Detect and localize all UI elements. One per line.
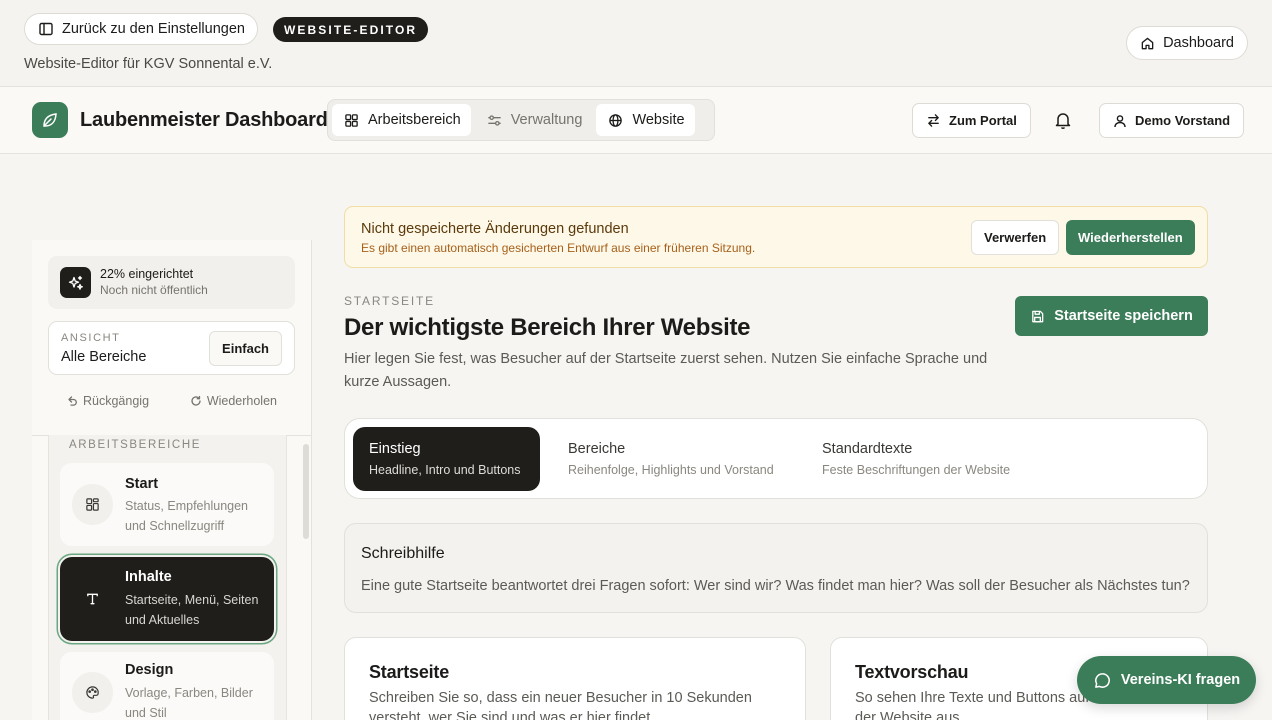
work-areas-heading: ARBEITSBEREICHE bbox=[69, 439, 201, 451]
setup-progress-card: 22% eingerichtet Noch nicht öffentlich bbox=[48, 256, 295, 309]
chat-bubble-icon bbox=[1094, 672, 1110, 688]
ask-ai-label: Vereins-KI fragen bbox=[1120, 672, 1241, 688]
writing-help-box: Schreibhilfe Eine gute Startseite beantw… bbox=[344, 523, 1208, 613]
area-description: Startseite, Menü, Seiten und Aktuelles bbox=[125, 593, 259, 627]
dashboard-button-label: Dashboard bbox=[1163, 35, 1234, 51]
alert-title: Nicht gespeicherte Änderungen gefunden bbox=[361, 221, 629, 237]
help-title: Schreibhilfe bbox=[361, 545, 445, 562]
tab-website[interactable]: Website bbox=[596, 104, 695, 136]
area-inhalte[interactable]: Inhalte Startseite, Menü, Seiten und Akt… bbox=[60, 557, 274, 641]
homepage-editor-card: Startseite Schreiben Sie so, dass ein ne… bbox=[344, 637, 806, 720]
area-description: Vorlage, Farben, Bilder und Stil bbox=[125, 686, 253, 720]
app-header: Laubenmeister Dashboard Arbeitsbereich V… bbox=[0, 87, 1272, 154]
subtab-title: Standardtexte bbox=[822, 441, 913, 457]
leaf-icon bbox=[43, 113, 57, 127]
area-title: Start bbox=[125, 476, 159, 492]
area-description: Status, Empfehlungen und Schnellzugriff bbox=[125, 499, 248, 533]
subtab-description: Reihenfolge, Highlights und Vorstand bbox=[568, 463, 774, 477]
setup-progress-title: 22% eingerichtet bbox=[100, 267, 194, 281]
subtab-bereiche[interactable]: Bereiche Reihenfolge, Highlights und Vor… bbox=[552, 427, 792, 491]
grid-icon bbox=[345, 113, 358, 127]
portal-button[interactable]: Zum Portal bbox=[912, 103, 1031, 138]
area-design[interactable]: Design Vorlage, Farben, Bilder und Stil bbox=[60, 652, 274, 720]
undo-label: Rückgängig bbox=[83, 394, 150, 408]
area-start[interactable]: Start Status, Empfehlungen und Schnellzu… bbox=[60, 463, 274, 546]
setup-progress-status: Noch nicht öffentlich bbox=[100, 283, 208, 297]
help-text: Eine gute Startseite beantwortet drei Fr… bbox=[361, 578, 1190, 594]
view-value: Alle Bereiche bbox=[61, 349, 147, 365]
card-title: Startseite bbox=[369, 662, 450, 682]
text-icon bbox=[72, 578, 113, 619]
sliders-icon bbox=[487, 114, 501, 126]
area-title: Design bbox=[125, 662, 174, 678]
subtab-title: Bereiche bbox=[568, 441, 626, 457]
page-description: Hier legen Sie fest, was Besucher auf de… bbox=[344, 351, 988, 390]
subtab-description: Headline, Intro und Buttons bbox=[369, 463, 521, 477]
redo-icon bbox=[191, 395, 201, 406]
app-title: Laubenmeister Dashboard bbox=[80, 109, 328, 131]
discard-draft-button[interactable]: Verwerfen bbox=[971, 220, 1060, 255]
globe-icon bbox=[609, 113, 623, 127]
user-name: Demo Vorstand bbox=[1135, 113, 1231, 128]
save-icon bbox=[1032, 310, 1044, 322]
history-controls: Rückgängig Wiederholen bbox=[48, 394, 295, 408]
sidebar-scrollbar[interactable] bbox=[303, 444, 309, 539]
editor-subtitle: Website-Editor für KGV Sonnental e.V. bbox=[24, 56, 273, 72]
tab-verwaltung[interactable]: Verwaltung bbox=[475, 104, 593, 136]
undo-button[interactable]: Rückgängig bbox=[66, 394, 149, 408]
card-text: Schreiben Sie so, dass ein neuer Besuche… bbox=[369, 690, 752, 720]
swap-icon bbox=[928, 114, 939, 127]
main-nav-tabs: Arbeitsbereich Verwaltung Website bbox=[327, 99, 715, 141]
tab-arbeitsbereich[interactable]: Arbeitsbereich bbox=[332, 104, 471, 136]
subtab-description: Feste Beschriftungen der Website bbox=[822, 463, 1011, 477]
dashboard-button[interactable]: Dashboard bbox=[1126, 26, 1248, 60]
sparkles-icon bbox=[60, 267, 91, 298]
card-title: Textvorschau bbox=[855, 662, 969, 682]
home-icon bbox=[1141, 37, 1154, 49]
back-button-label: Zurück zu den Einstellungen bbox=[62, 21, 245, 37]
website-editor-badge: WEBSITE-EDITOR bbox=[273, 17, 429, 42]
restore-draft-button[interactable]: Wiederherstellen bbox=[1066, 220, 1195, 255]
ask-ai-button[interactable]: Vereins-KI fragen bbox=[1077, 656, 1256, 704]
redo-label: Wiederholen bbox=[206, 394, 277, 408]
tab-label: Website bbox=[632, 112, 685, 128]
simple-mode-button[interactable]: Einfach bbox=[209, 331, 282, 366]
tab-label: Arbeitsbereich bbox=[368, 112, 461, 128]
save-homepage-button[interactable]: Startseite speichern bbox=[1015, 296, 1208, 336]
subtab-einstieg[interactable]: Einstieg Headline, Intro und Buttons bbox=[353, 427, 540, 491]
redo-button[interactable]: Wiederholen bbox=[190, 394, 277, 408]
tab-label: Verwaltung bbox=[510, 112, 583, 128]
homepage-subtabs: Einstieg Headline, Intro und Buttons Ber… bbox=[344, 418, 1208, 499]
undo-icon bbox=[68, 396, 77, 406]
subtab-standardtexte[interactable]: Standardtexte Feste Beschriftungen der W… bbox=[806, 427, 1036, 491]
page-title: Der wichtigste Bereich Ihrer Website bbox=[344, 314, 751, 341]
app-logo[interactable] bbox=[32, 102, 68, 138]
palette-icon bbox=[72, 672, 113, 713]
portal-button-label: Zum Portal bbox=[949, 113, 1017, 128]
save-button-label: Startseite speichern bbox=[1054, 308, 1193, 324]
section-eyebrow: STARTSEITE bbox=[344, 294, 435, 308]
user-menu-button[interactable]: Demo Vorstand bbox=[1099, 103, 1245, 138]
alert-text: Es gibt einen automatisch gesicherten En… bbox=[361, 241, 756, 255]
editor-topbar: Zurück zu den Einstellungen WEBSITE-EDIT… bbox=[0, 0, 1272, 87]
card-text: So sehen Ihre Texte und Buttons auf der … bbox=[855, 690, 1090, 720]
back-to-settings-button[interactable]: Zurück zu den Einstellungen bbox=[24, 13, 258, 45]
dashboard-icon bbox=[72, 484, 113, 525]
area-title: Inhalte bbox=[125, 569, 172, 585]
editor-sidebar: 22% eingerichtet Noch nicht öffentlich A… bbox=[32, 240, 312, 720]
view-selector[interactable]: ANSICHT Alle Bereiche Einfach bbox=[48, 321, 295, 375]
subtab-title: Einstieg bbox=[369, 441, 421, 457]
sidebar-panel-icon bbox=[39, 22, 53, 36]
unsaved-changes-alert: Nicht gespeicherte Änderungen gefunden E… bbox=[344, 206, 1208, 268]
view-label: ANSICHT bbox=[61, 332, 121, 344]
user-icon bbox=[1114, 114, 1126, 127]
bell-icon[interactable] bbox=[1053, 110, 1073, 130]
